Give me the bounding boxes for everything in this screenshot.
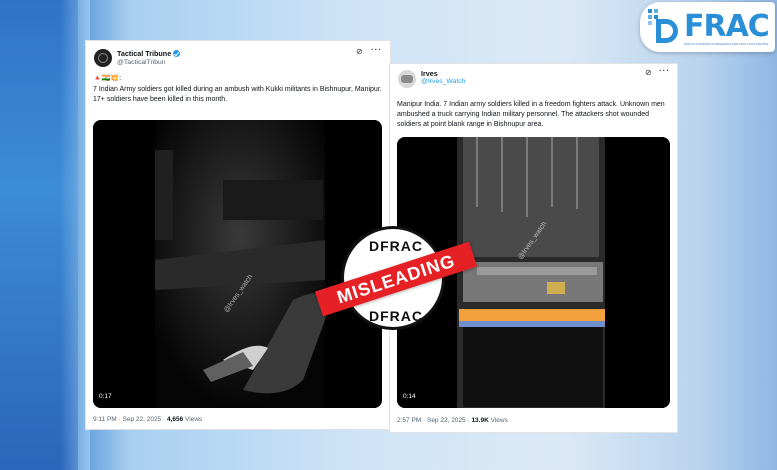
tweet-meta[interactable]: 2:57 PM · Sep 22, 2025 · 13.9K Views bbox=[397, 417, 508, 424]
tweet-text: Manipur India. 7 Indian army soldiers ki… bbox=[397, 101, 665, 128]
avatar[interactable] bbox=[398, 70, 416, 88]
video-duration: 0:14 bbox=[403, 393, 416, 400]
grok-icon[interactable]: ⊘ bbox=[356, 47, 363, 56]
author-handle[interactable]: @Irves_Watch bbox=[421, 78, 465, 85]
left-decorative-band bbox=[0, 0, 90, 470]
grok-icon[interactable]: ⊘ bbox=[645, 68, 652, 77]
logo-text: FRAC bbox=[684, 9, 770, 44]
author-name[interactable]: Irves bbox=[421, 69, 438, 78]
dfrac-logo: FRAC DIGITAL FORENSICS RESEARCH AND ANAL… bbox=[640, 2, 775, 52]
dfrac-logo-mark-icon bbox=[648, 9, 678, 43]
video-duration: 0:17 bbox=[99, 393, 112, 400]
logo-subtitle: DIGITAL FORENSICS RESEARCH AND ANALYTICS… bbox=[684, 42, 769, 46]
tweet-text: 7 Indian Army soldiers got killed during… bbox=[93, 86, 382, 103]
verified-badge-icon bbox=[173, 50, 181, 57]
author-name[interactable]: Tactical Tribune bbox=[117, 49, 181, 58]
stamp-bottom-text: DFRAC bbox=[369, 308, 423, 324]
more-options-icon[interactable]: ··· bbox=[371, 45, 382, 54]
more-options-icon[interactable]: ··· bbox=[659, 66, 670, 75]
misleading-stamp: DFRAC MISLEADING DFRAC bbox=[314, 218, 478, 344]
tweet-meta[interactable]: 9:11 PM · Sep 22, 2025 · 4,656 Views bbox=[93, 416, 202, 423]
avatar[interactable] bbox=[94, 49, 112, 67]
tweet-flags: 🔺🇮🇳💥: bbox=[93, 75, 122, 82]
author-handle[interactable]: @TacticalTribun bbox=[117, 59, 166, 66]
